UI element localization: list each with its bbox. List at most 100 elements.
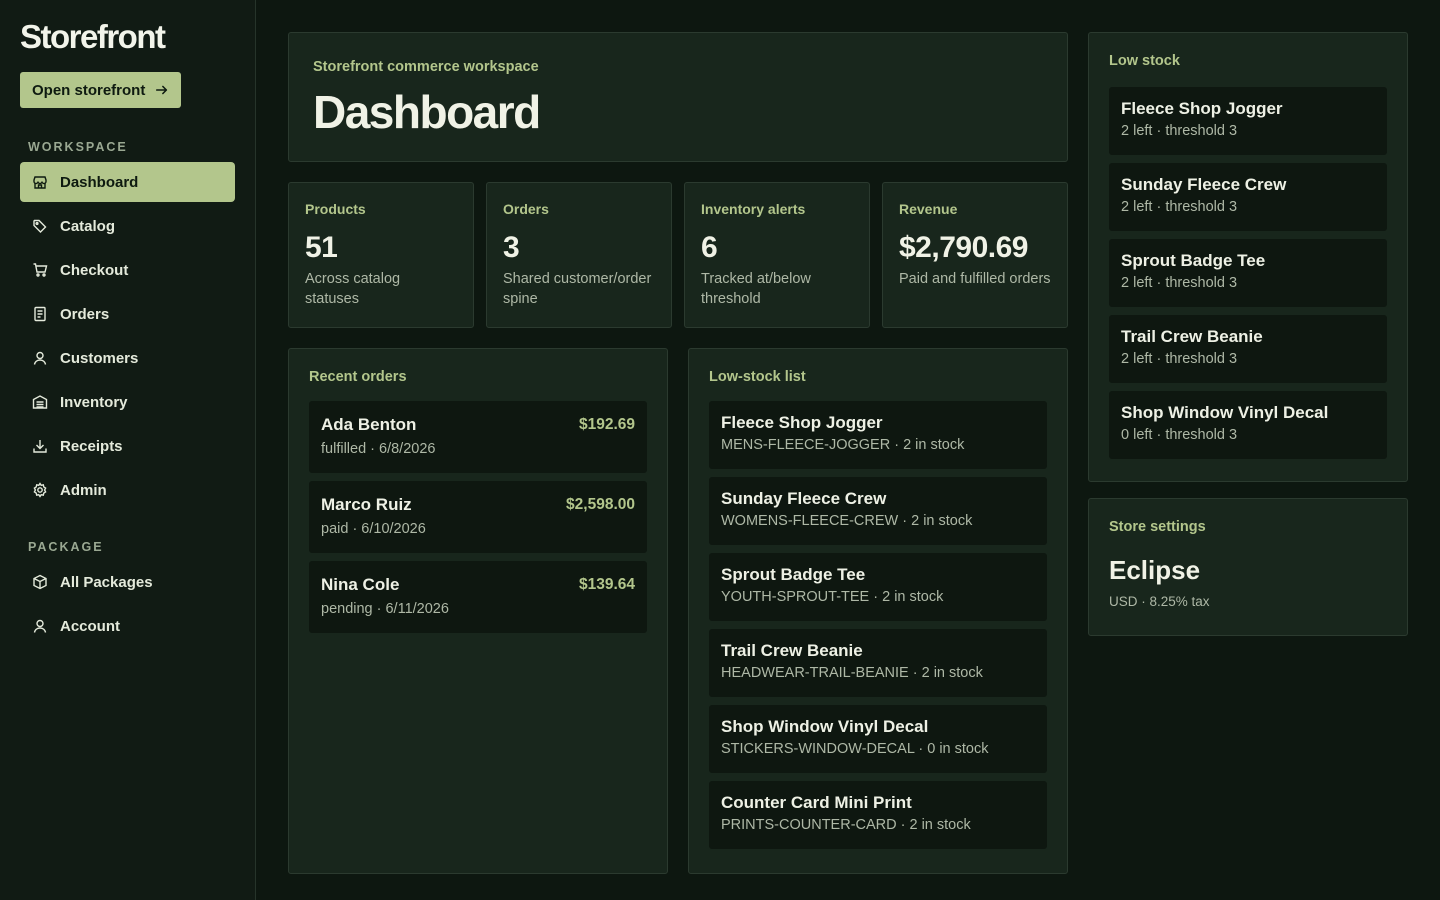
stat-card-inventory-alerts: Inventory alerts 6 Tracked at/below thre… bbox=[684, 182, 870, 328]
sidebar-item-label: Orders bbox=[60, 305, 110, 323]
stock-meta: 0 left · threshold 3 bbox=[1121, 427, 1238, 443]
low-stock-panel: Low stock Fleece Shop Jogger 2 left · th… bbox=[1088, 32, 1408, 482]
product-name: Sprout Badge Tee bbox=[1121, 251, 1266, 270]
order-customer: Ada Benton bbox=[321, 415, 417, 434]
stock-meta: 2 left · threshold 3 bbox=[1121, 351, 1238, 367]
stock-meta: 2 left · threshold 3 bbox=[1121, 275, 1238, 291]
list-item[interactable]: Fleece Shop Jogger MENS-FLEECE-JOGGER · … bbox=[709, 401, 1047, 469]
open-storefront-label: Open storefront bbox=[32, 81, 146, 99]
panel-title: Store settings bbox=[1109, 519, 1206, 535]
order-customer: Nina Cole bbox=[321, 575, 400, 594]
order-card[interactable]: Marco Ruiz $2,598.00 paid · 6/10/2026 bbox=[309, 481, 647, 553]
list-item[interactable]: Counter Card Mini Print PRINTS-COUNTER-C… bbox=[709, 781, 1047, 849]
tag-icon bbox=[33, 219, 47, 233]
order-card[interactable]: Nina Cole $139.64 pending · 6/11/2026 bbox=[309, 561, 647, 633]
cart-icon bbox=[33, 263, 48, 277]
product-name: Sunday Fleece Crew bbox=[1121, 175, 1287, 194]
list-item[interactable]: Sunday Fleece Crew WOMENS-FLEECE-CREW · … bbox=[709, 477, 1047, 545]
order-meta: paid · 6/10/2026 bbox=[321, 521, 426, 537]
product-name: Trail Crew Beanie bbox=[1121, 327, 1263, 346]
sidebar-item-account[interactable]: Account bbox=[20, 606, 235, 646]
product-meta: MENS-FLEECE-JOGGER · 2 in stock bbox=[721, 437, 965, 453]
order-amount: $2,598.00 bbox=[566, 496, 635, 513]
product-name: Sunday Fleece Crew bbox=[721, 489, 887, 508]
order-meta: pending · 6/11/2026 bbox=[321, 601, 449, 617]
sidebar-item-orders[interactable]: Orders bbox=[20, 294, 235, 334]
receipt-list-icon bbox=[34, 306, 46, 322]
order-card[interactable]: Ada Benton $192.69 fulfilled · 6/8/2026 bbox=[309, 401, 647, 473]
stat-caption: Across catalog statuses bbox=[305, 271, 401, 307]
list-item[interactable]: Fleece Shop Jogger 2 left · threshold 3 bbox=[1109, 87, 1387, 155]
product-meta: YOUTH-SPROUT-TEE · 2 in stock bbox=[721, 589, 944, 605]
sidebar-item-label: Dashboard bbox=[60, 173, 139, 191]
store-currency-tax: USD · 8.25% tax bbox=[1109, 594, 1210, 609]
product-meta: WOMENS-FLEECE-CREW · 2 in stock bbox=[721, 513, 973, 529]
stat-label: Orders bbox=[503, 201, 549, 217]
stat-value: 3 bbox=[503, 231, 520, 264]
sidebar-item-label: Receipts bbox=[60, 437, 123, 455]
app-logo[interactable]: Storefront bbox=[20, 18, 235, 56]
package-section-label: PACKAGE bbox=[28, 540, 104, 554]
store-settings-panel: Store settings Eclipse USD · 8.25% tax bbox=[1088, 498, 1408, 636]
sidebar-item-label: Inventory bbox=[60, 393, 128, 411]
stat-caption: Tracked at/below threshold bbox=[701, 271, 811, 307]
stock-meta: 2 left · threshold 3 bbox=[1121, 199, 1238, 215]
stat-caption: Paid and fulfilled orders bbox=[899, 271, 1051, 287]
order-customer: Marco Ruiz bbox=[321, 495, 412, 514]
stat-label: Products bbox=[305, 201, 366, 217]
list-item[interactable]: Sunday Fleece Crew 2 left · threshold 3 bbox=[1109, 163, 1387, 231]
stat-caption: Shared customer/order spine bbox=[503, 271, 652, 307]
sidebar-item-customers[interactable]: Customers bbox=[20, 338, 235, 378]
recent-orders-panel: Recent orders Ada Benton $192.69 fulfill… bbox=[288, 348, 668, 874]
product-name: Shop Window Vinyl Decal bbox=[1121, 403, 1329, 422]
sidebar-item-inventory[interactable]: Inventory bbox=[20, 382, 235, 422]
warehouse-icon bbox=[32, 395, 48, 409]
list-item[interactable]: Sprout Badge Tee 2 left · threshold 3 bbox=[1109, 239, 1387, 307]
product-meta: HEADWEAR-TRAIL-BEANIE · 2 in stock bbox=[721, 665, 983, 681]
panel-title: Low-stock list bbox=[709, 369, 806, 385]
list-item[interactable]: Trail Crew Beanie HEADWEAR-TRAIL-BEANIE … bbox=[709, 629, 1047, 697]
stat-value: $2,790.69 bbox=[899, 231, 1028, 264]
sidebar-item-catalog[interactable]: Catalog bbox=[20, 206, 235, 246]
panel-title: Low stock bbox=[1109, 53, 1180, 69]
list-item[interactable]: Shop Window Vinyl Decal 0 left · thresho… bbox=[1109, 391, 1387, 459]
product-name: Trail Crew Beanie bbox=[721, 641, 863, 660]
sidebar-item-label: Admin bbox=[60, 481, 107, 499]
workspace-section-label: WORKSPACE bbox=[28, 140, 128, 154]
sidebar-item-dashboard[interactable]: Dashboard bbox=[20, 162, 235, 202]
package-icon bbox=[33, 574, 47, 590]
product-name: Fleece Shop Jogger bbox=[721, 413, 883, 432]
list-item[interactable]: Shop Window Vinyl Decal STICKERS-WINDOW-… bbox=[709, 705, 1047, 773]
sidebar-item-receipts[interactable]: Receipts bbox=[20, 426, 235, 466]
sidebar-item-checkout[interactable]: Checkout bbox=[20, 250, 235, 290]
user-icon bbox=[33, 351, 47, 365]
low-stock-list-panel: Low-stock list Fleece Shop Jogger MENS-F… bbox=[688, 348, 1068, 874]
stat-value: 6 bbox=[701, 231, 718, 264]
stat-card-products: Products 51 Across catalog statuses bbox=[288, 182, 474, 328]
product-name: Shop Window Vinyl Decal bbox=[721, 717, 929, 736]
sidebar-item-label: Account bbox=[60, 617, 120, 635]
list-item[interactable]: Trail Crew Beanie 2 left · threshold 3 bbox=[1109, 315, 1387, 383]
product-meta: STICKERS-WINDOW-DECAL · 0 in stock bbox=[721, 741, 989, 757]
sidebar-item-label: Catalog bbox=[60, 217, 116, 235]
download-icon bbox=[33, 440, 47, 453]
stat-label: Inventory alerts bbox=[701, 201, 806, 217]
open-storefront-button[interactable]: Open storefront bbox=[20, 72, 182, 108]
sidebar-item-all-packages[interactable]: All Packages bbox=[20, 562, 235, 602]
stat-label: Revenue bbox=[899, 201, 958, 217]
product-name: Sprout Badge Tee bbox=[721, 565, 866, 584]
dashboard-header: Storefront commerce workspace Dashboard bbox=[288, 32, 1068, 162]
order-amount: $192.69 bbox=[578, 416, 635, 433]
sidebar-item-label: All Packages bbox=[60, 573, 153, 591]
list-item[interactable]: Sprout Badge Tee YOUTH-SPROUT-TEE · 2 in… bbox=[709, 553, 1047, 621]
store-icon bbox=[33, 176, 47, 189]
sidebar-item-label: Checkout bbox=[60, 261, 129, 279]
sidebar-item-admin[interactable]: Admin bbox=[20, 470, 235, 510]
arrow-right-icon bbox=[156, 85, 168, 95]
stock-meta: 2 left · threshold 3 bbox=[1121, 123, 1238, 139]
store-theme-name: Eclipse bbox=[1109, 555, 1201, 585]
order-amount: $139.64 bbox=[578, 576, 635, 593]
product-name: Fleece Shop Jogger bbox=[1121, 99, 1283, 118]
sidebar: Storefront Open storefront WORKSPACE Das… bbox=[0, 0, 256, 900]
stat-value: 51 bbox=[305, 231, 338, 264]
